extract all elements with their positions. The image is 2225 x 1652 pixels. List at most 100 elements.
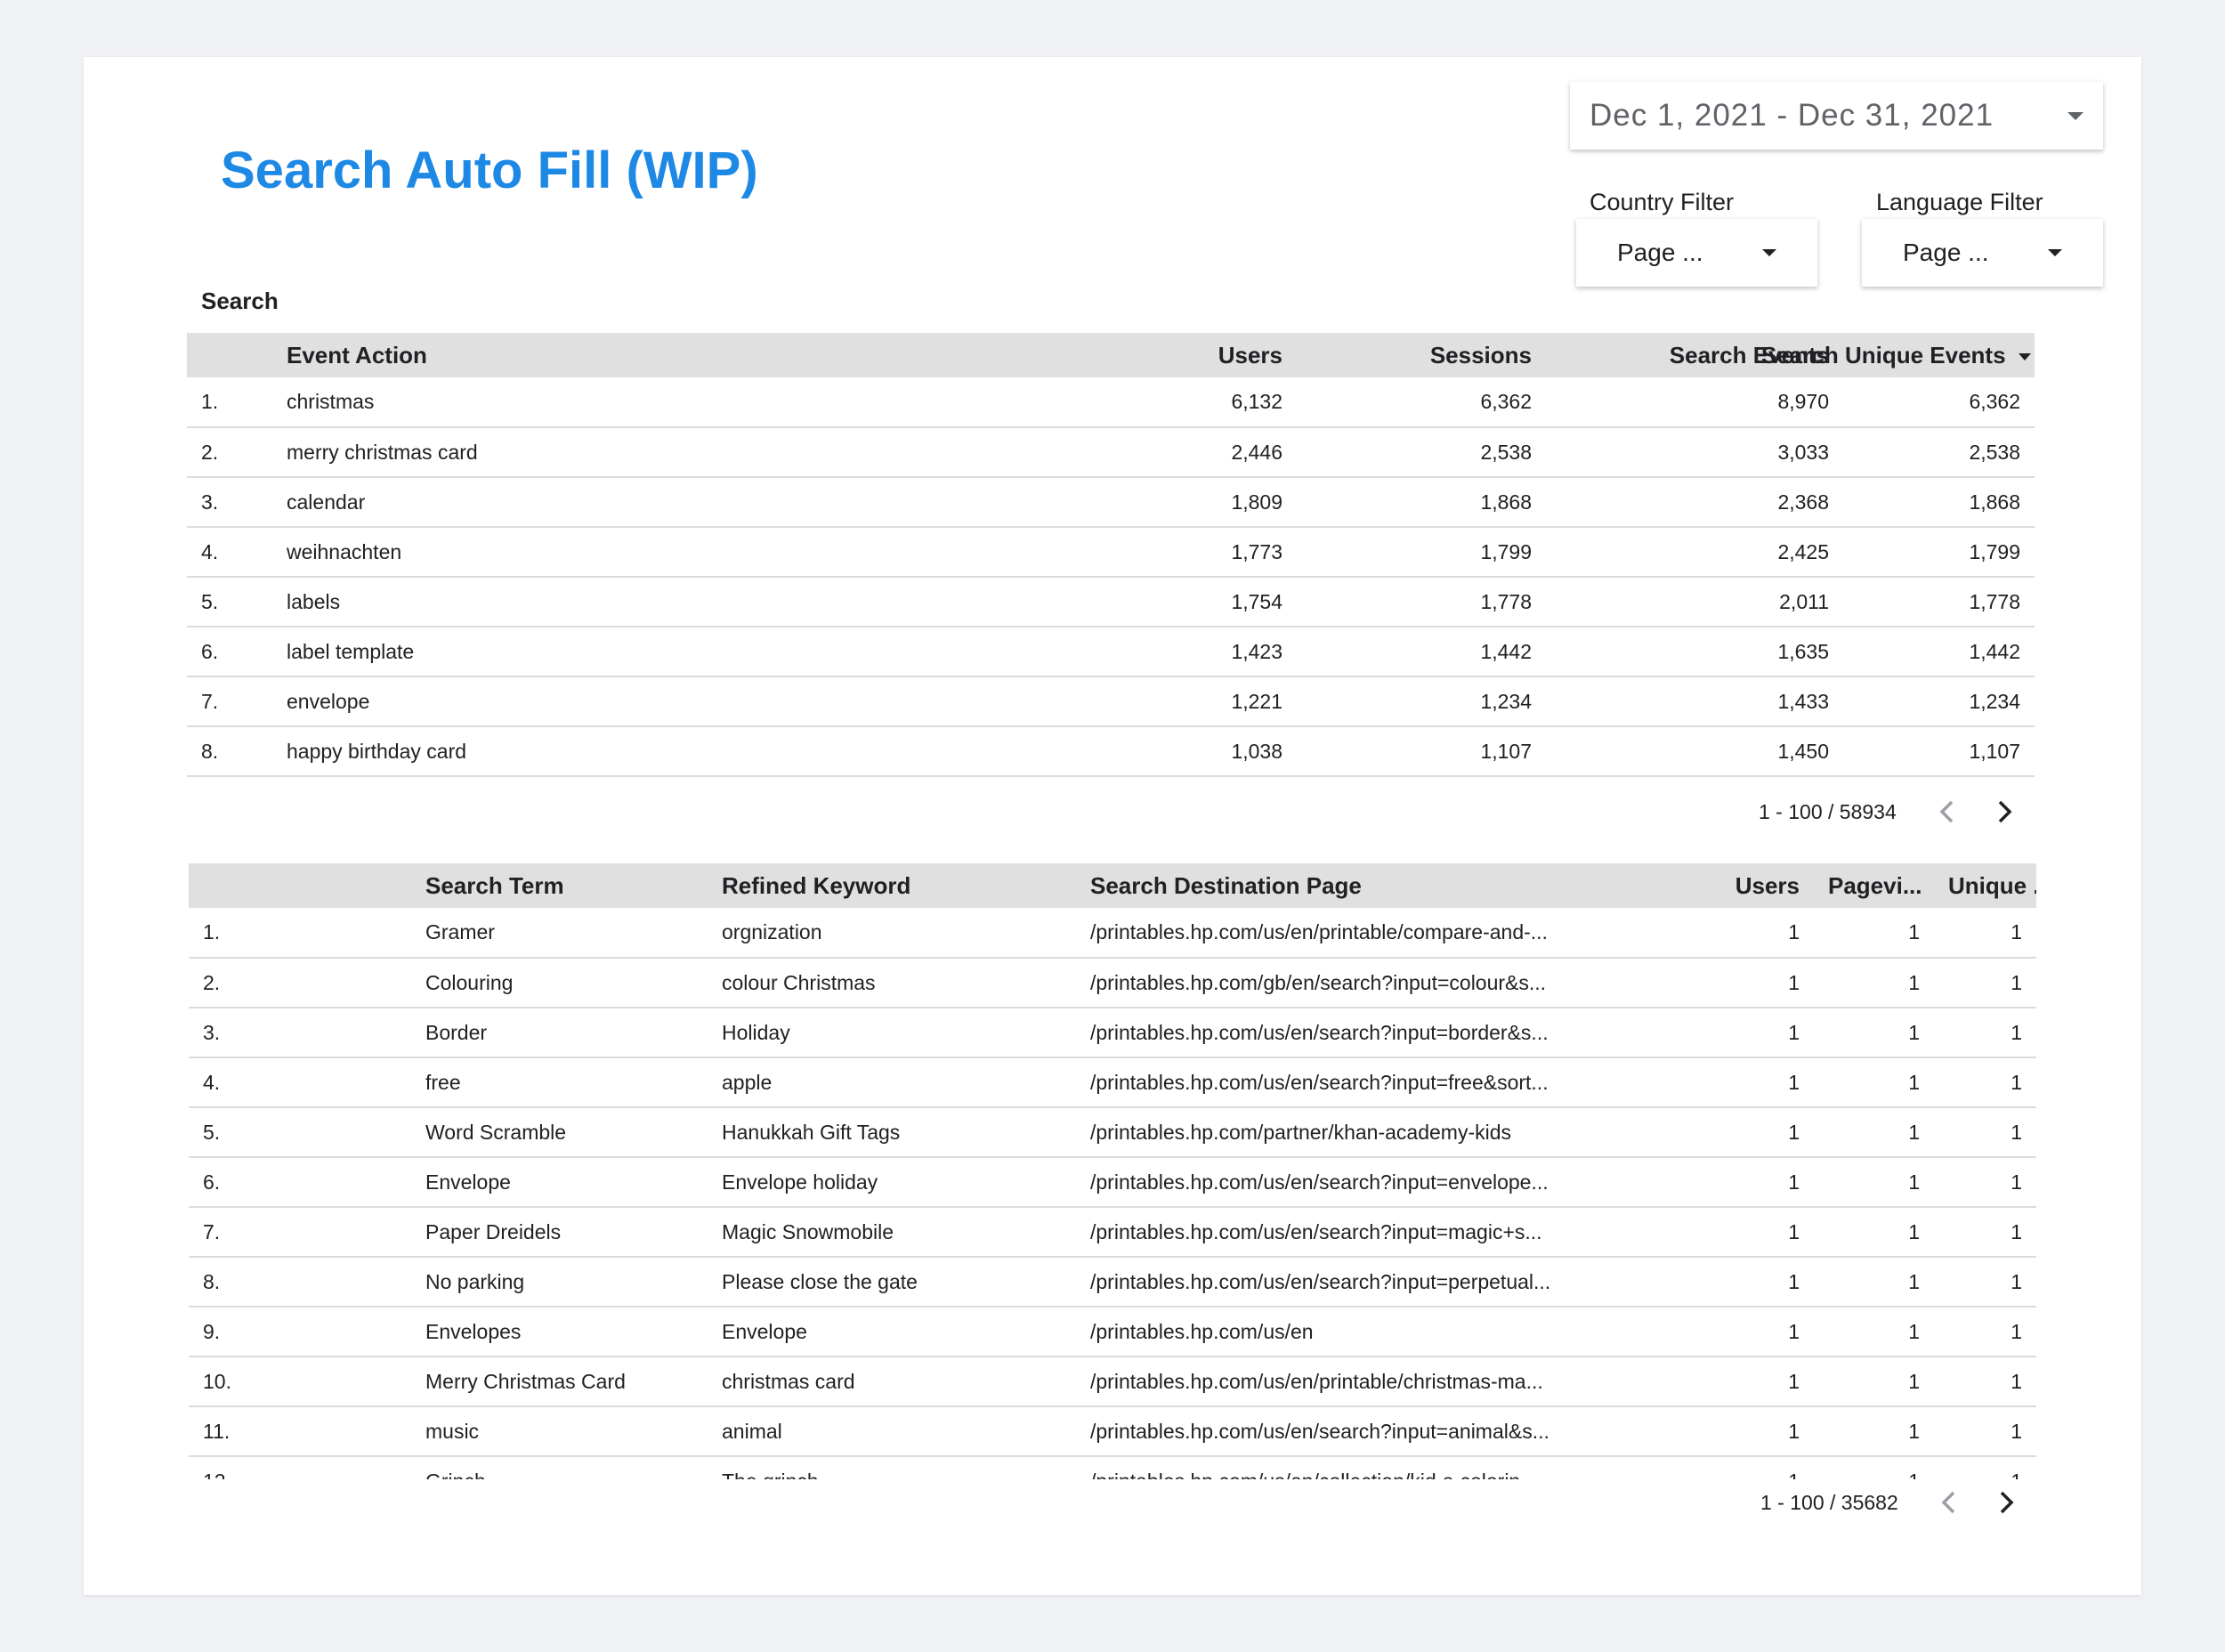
cell-unique: 1,234	[1843, 676, 2035, 727]
table-row[interactable]: 6. label template 1,423 1,442 1,635 1,442	[187, 627, 2035, 677]
prev-page-button[interactable]	[1929, 794, 1964, 830]
cell-n: 8.	[189, 1257, 411, 1308]
cell-unique: 1	[1934, 1356, 2036, 1407]
cell-pageviews: 1	[1814, 908, 1934, 959]
caret-down-icon	[1762, 249, 1776, 256]
table-row[interactable]: 3. calendar 1,809 1,868 2,368 1,868	[187, 477, 2035, 528]
table-row[interactable]: 10. Merry Christmas Card christmas card/pr…	[189, 1356, 2036, 1407]
table-row[interactable]: 9. Envelopes Envelope/printables.hp.com/us…	[189, 1307, 2036, 1357]
table-row[interactable]: 6. Envelope Envelope holiday/printables.hp…	[189, 1157, 2036, 1208]
search-terms-table-viewport[interactable]: Search Term Refined Keyword Search Desti…	[189, 863, 2036, 1479]
date-range-value: Dec 1, 2021 - Dec 31, 2021	[1590, 98, 1994, 133]
cell-term: Word Scramble	[411, 1107, 708, 1158]
country-filter-value: Page ...	[1617, 239, 1703, 266]
cell-term: Envelopes	[411, 1307, 708, 1357]
date-range-picker[interactable]: Dec 1, 2021 - Dec 31, 2021	[1570, 82, 2103, 150]
column-header-search-unique-events[interactable]: Search Unique Events	[1761, 333, 2035, 377]
cell-keyword: colour Christmas	[708, 958, 1076, 1008]
table-row[interactable]: 11. music animal/printables.hp.com/us/en/s…	[189, 1406, 2036, 1457]
next-page-button[interactable]	[1989, 1485, 2025, 1520]
cell-page: /printables.hp.com/us/en/search?input=en…	[1076, 1157, 1698, 1208]
cell-action: calendar	[272, 477, 931, 528]
cell-action: weihnachten	[272, 527, 931, 578]
table-row[interactable]: 7. Paper Dreidels Magic Snowmobile/printab…	[189, 1207, 2036, 1258]
cell-unique: 1,799	[1843, 527, 2035, 578]
cell-users: 6,132	[931, 377, 1297, 428]
column-header-pageviews[interactable]: Pagevi...	[1814, 863, 1934, 908]
cell-action: label template	[272, 627, 931, 677]
cell-users: 1	[1698, 1356, 1814, 1407]
table-row[interactable]: 2. merry christmas card 2,446 2,538 3,033 2,5…	[187, 427, 2035, 478]
table-row[interactable]: 5. Word Scramble Hanukkah Gift Tags/printa…	[189, 1107, 2036, 1158]
column-header-search-term[interactable]: Search Term	[411, 863, 708, 908]
country-filter-label: Country Filter	[1590, 189, 1735, 215]
cell-page: /printables.hp.com/us/en/search?input=ma…	[1076, 1207, 1698, 1258]
next-page-button[interactable]	[1987, 794, 2023, 830]
column-header-sessions[interactable]: Sessions	[1297, 333, 1546, 377]
table-row[interactable]: 8. happy birthday card 1,038 1,107 1,450 1,10…	[187, 726, 2035, 777]
cell-sessions: 2,538	[1297, 427, 1546, 478]
cell-users: 1	[1698, 1456, 1814, 1479]
table-row[interactable]: 8. No parking Please close the gate/printa…	[189, 1257, 2036, 1308]
cell-n: 2.	[187, 427, 272, 478]
prev-page-button[interactable]	[1930, 1485, 1966, 1520]
search-terms-table: Search Term Refined Keyword Search Desti…	[189, 863, 2036, 1479]
chevron-left-icon	[1941, 1491, 1954, 1514]
table-row[interactable]: 5. labels 1,754 1,778 2,011 1,778	[187, 577, 2035, 628]
cell-keyword: Hanukkah Gift Tags	[708, 1107, 1076, 1158]
cell-pageviews: 1	[1814, 1257, 1934, 1308]
cell-page: /printables.hp.com/us/en/printable/compa…	[1076, 908, 1698, 959]
cell-n: 6.	[187, 627, 272, 677]
cell-keyword: Envelope	[708, 1307, 1076, 1357]
cell-unique: 1	[1934, 1207, 2036, 1258]
table-header-row: Event Action Users Sessions Search Event…	[187, 333, 2035, 377]
cell-n: 3.	[187, 477, 272, 528]
table-header-row: Search Term Refined Keyword Search Desti…	[189, 863, 2036, 908]
search-section-title: Search	[201, 287, 279, 314]
table-row[interactable]: 4. weihnachten 1,773 1,799 2,425 1,799	[187, 527, 2035, 578]
cell-n: 9.	[189, 1307, 411, 1357]
cell-pageviews: 1	[1814, 1008, 1934, 1058]
cell-term: Merry Christmas Card	[411, 1356, 708, 1407]
table-row[interactable]: 1. Gramer orgnization/printables.hp.com/us…	[189, 908, 2036, 959]
cell-keyword: Please close the gate	[708, 1257, 1076, 1308]
table-row[interactable]: 7. envelope 1,221 1,234 1,433 1,234	[187, 676, 2035, 727]
column-header-destination-page[interactable]: Search Destination Page	[1076, 863, 1698, 908]
cell-users: 1	[1698, 1307, 1814, 1357]
cell-term: No parking	[411, 1257, 708, 1308]
cell-pageviews: 1	[1814, 1107, 1934, 1158]
cell-page: /printables.hp.com/us/en/search?input=bo…	[1076, 1008, 1698, 1058]
cell-action: envelope	[272, 676, 931, 727]
column-header-users[interactable]: Users	[1698, 863, 1814, 908]
cell-keyword: christmas card	[708, 1356, 1076, 1407]
sort-desc-icon	[2018, 352, 2031, 360]
column-header-unique[interactable]: Unique ...	[1934, 863, 2036, 908]
table-row[interactable]: 2. Colouring colour Christmas/printables.h…	[189, 958, 2036, 1008]
cell-unique: 1	[1934, 1307, 2036, 1357]
column-header-users[interactable]: Users	[931, 333, 1297, 377]
column-header-refined-keyword[interactable]: Refined Keyword	[708, 863, 1076, 908]
column-header-event-action[interactable]: Event Action	[272, 333, 931, 377]
cell-page: /printables.hp.com/us/en/search?input=an…	[1076, 1406, 1698, 1457]
cell-unique: 1,107	[1843, 726, 2035, 777]
table-row[interactable]: 1. christmas 6,132 6,362 8,970 6,362	[187, 377, 2035, 428]
cell-unique: 1	[1934, 1057, 2036, 1108]
cell-users: 1	[1698, 1057, 1814, 1108]
cell-page: /printables.hp.com/us/en/printable/chris…	[1076, 1356, 1698, 1407]
cell-action: merry christmas card	[272, 427, 931, 478]
table-row[interactable]: 4. free apple/printables.hp.com/us/en/sear…	[189, 1057, 2036, 1108]
cell-term: Gramer	[411, 908, 708, 959]
table-row[interactable]: 3. Border Holiday/printables.hp.com/us/en/…	[189, 1008, 2036, 1058]
cell-pageviews: 1	[1814, 1157, 1934, 1208]
cell-page: /printables.hp.com/us/en/search?input=fr…	[1076, 1057, 1698, 1108]
cell-users: 1	[1698, 1257, 1814, 1308]
country-filter-dropdown[interactable]: Page ...	[1576, 219, 1817, 287]
cell-events: 2,425	[1546, 527, 1843, 578]
cell-events: 1,450	[1546, 726, 1843, 777]
cell-n: 1.	[189, 908, 411, 959]
table-row[interactable]: 12.GrinchThe grinch/printables.hp.com/us…	[189, 1456, 2036, 1479]
language-filter-dropdown[interactable]: Page ...	[1862, 219, 2103, 287]
cell-users: 1	[1698, 908, 1814, 959]
cell-term: Paper Dreidels	[411, 1207, 708, 1258]
cell-users: 1,221	[931, 676, 1297, 727]
